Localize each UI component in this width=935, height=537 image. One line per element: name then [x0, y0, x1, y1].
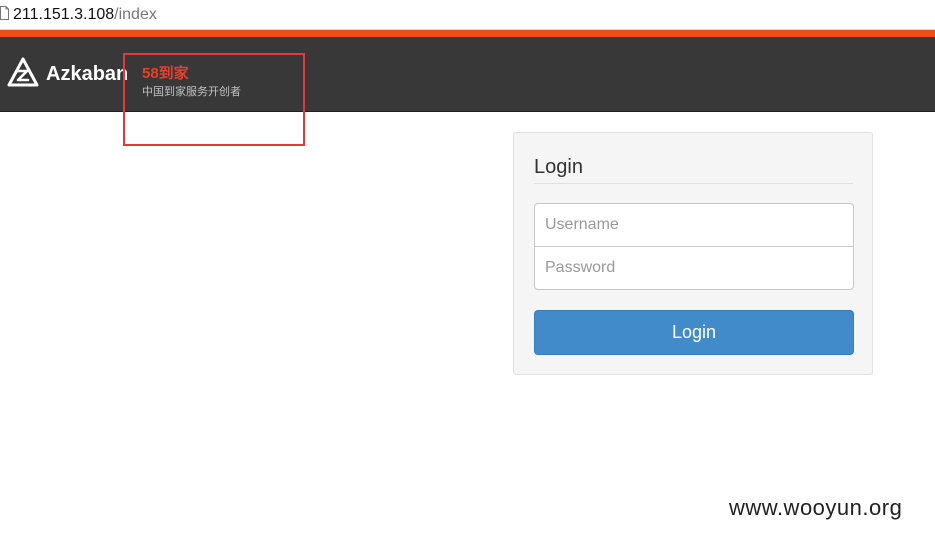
accent-bar: [0, 30, 935, 37]
url-path: /index: [114, 6, 157, 23]
url-host: 211.151.3.108: [13, 6, 115, 23]
highlight-box: [123, 53, 305, 146]
azkaban-logo-icon[interactable]: [7, 57, 39, 89]
watermark: www.wooyun.org: [729, 495, 903, 520]
login-button[interactable]: Login: [534, 310, 854, 355]
login-title: Login: [534, 156, 583, 178]
brand-name[interactable]: Azkaban: [46, 62, 128, 86]
login-divider: [534, 183, 853, 184]
page-icon: [0, 6, 9, 20]
url-text[interactable]: 211.151.3.108/index: [13, 5, 157, 25]
password-field[interactable]: [534, 246, 854, 290]
login-panel: Login Login: [513, 132, 873, 375]
browser-address-bar[interactable]: 211.151.3.108/index: [0, 0, 935, 30]
username-field[interactable]: [534, 203, 854, 247]
